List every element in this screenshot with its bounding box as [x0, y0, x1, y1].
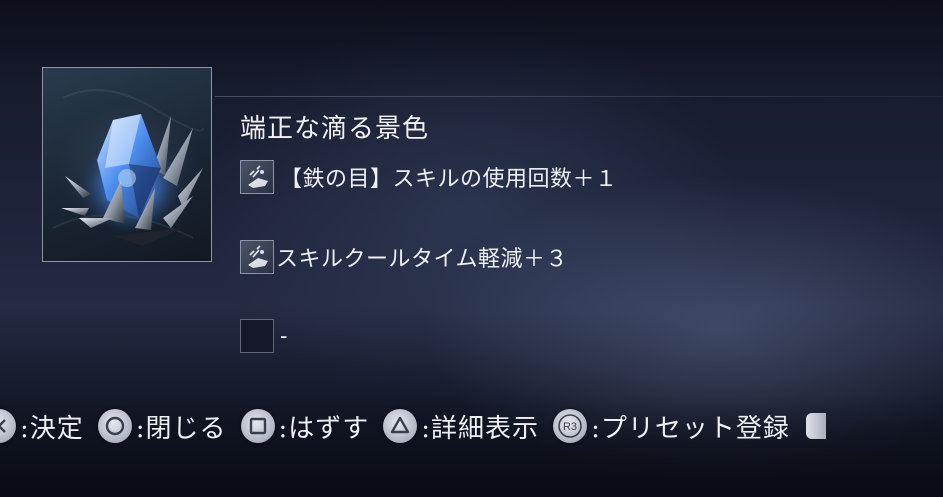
skill-hand-icon	[240, 240, 274, 274]
square-button-icon	[240, 409, 275, 443]
r3-glyph: R3	[563, 421, 577, 433]
prompt-details[interactable]: :詳細表示	[383, 408, 539, 445]
next-button-icon	[805, 413, 826, 439]
skill-hand-icon	[240, 160, 274, 194]
effect-row-2[interactable]: スキルクールタイム軽減＋３	[240, 240, 568, 274]
empty-slot-icon	[240, 319, 274, 353]
prompt-preset[interactable]: R3 :プリセット登録	[553, 408, 790, 445]
r3-button-icon: R3	[553, 409, 588, 443]
effect-row-3[interactable]: -	[240, 319, 288, 353]
effect-row-1[interactable]: 【鉄の目】スキルの使用回数＋１	[240, 160, 618, 194]
triangle-button-icon	[383, 409, 418, 443]
button-prompt-bar: :決定 :閉じる :はずす :詳細表示 R3:プリセット登録	[0, 404, 943, 448]
prompt-label-close: :閉じる	[135, 413, 227, 444]
prompt-label-preset: :プリセット登録	[591, 413, 790, 444]
item-image-frame[interactable]	[42, 67, 212, 262]
prompt-label-remove: :はずす	[278, 413, 370, 444]
effect-text-1: 【鉄の目】スキルの使用回数＋１	[280, 167, 618, 192]
effect-text-3: -	[280, 323, 288, 349]
prompt-label-confirm: :決定	[20, 413, 84, 444]
item-name: 端正な滴る景色	[240, 114, 430, 144]
prompt-confirm[interactable]: :決定	[0, 408, 84, 445]
panel-divider	[215, 96, 943, 97]
prompt-close[interactable]: :閉じる	[97, 408, 227, 445]
prompt-remove[interactable]: :はずす	[240, 408, 370, 445]
circle-button-icon	[97, 409, 132, 443]
prompt-label-details: :詳細表示	[421, 413, 540, 444]
blue-crystal-cluster-icon	[52, 89, 204, 246]
cross-button-icon	[0, 409, 16, 443]
effect-text-2: スキルクールタイム軽減＋３	[276, 247, 569, 272]
